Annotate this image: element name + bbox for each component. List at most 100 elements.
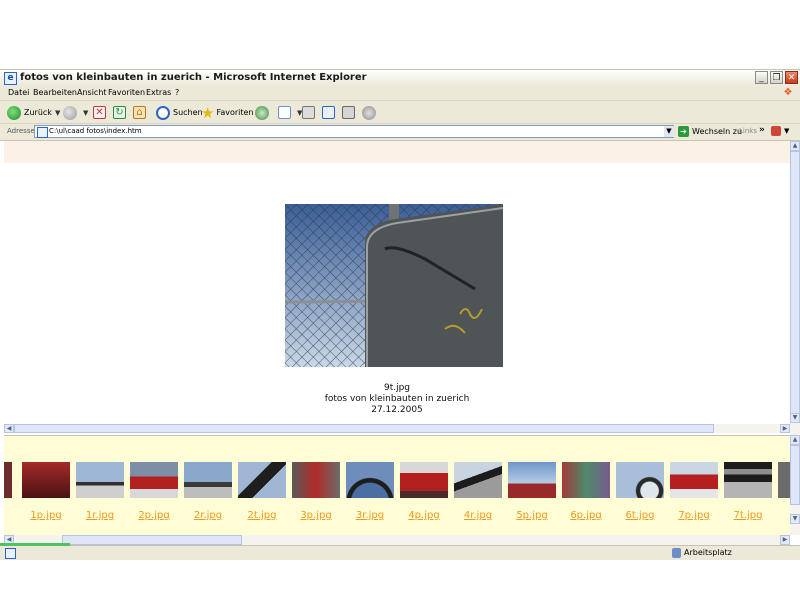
back-button[interactable]: Zurück ▼ bbox=[7, 104, 60, 121]
thumbnail-1r[interactable] bbox=[76, 462, 124, 498]
discuss-button[interactable] bbox=[342, 104, 358, 121]
links-label[interactable]: Links bbox=[739, 127, 757, 135]
thumbnail-link-6t[interactable]: 6t.jpg bbox=[613, 510, 667, 521]
address-value[interactable]: C:\ul\caad fotos\index.htm bbox=[49, 127, 142, 135]
windows-logo-icon: ❖ bbox=[783, 87, 793, 98]
scroll-down-icon[interactable]: ▼ bbox=[790, 413, 800, 423]
refresh-button[interactable]: ↻ bbox=[113, 104, 129, 121]
edit-button[interactable] bbox=[322, 104, 338, 121]
thumbnail-2t[interactable] bbox=[238, 462, 286, 498]
forward-button[interactable]: ▼ bbox=[63, 104, 88, 121]
ie-icon: e bbox=[4, 72, 17, 85]
print-icon bbox=[302, 106, 315, 119]
thumbnail-6p[interactable] bbox=[562, 462, 610, 498]
thumbnail-5p[interactable] bbox=[508, 462, 556, 498]
computer-zone-icon bbox=[672, 548, 681, 558]
address-dropdown-icon[interactable]: ▼ bbox=[664, 126, 674, 137]
history-icon bbox=[255, 105, 269, 120]
messenger-icon bbox=[362, 105, 376, 120]
thumbnail-4p[interactable] bbox=[400, 462, 448, 498]
thumbnail-3p[interactable] bbox=[292, 462, 340, 498]
thumbnail-link-6p[interactable]: 6p.jpg bbox=[559, 510, 613, 521]
main-photo bbox=[285, 204, 503, 367]
forward-dropdown-icon[interactable]: ▼ bbox=[83, 109, 88, 117]
thumbnail-link-7p[interactable]: 7p.jpg bbox=[667, 510, 721, 521]
menu-extras[interactable]: Extras bbox=[146, 88, 171, 97]
browser-window: e fotos von kleinbauten in zuerich - Mic… bbox=[0, 69, 800, 560]
scroll-left-icon[interactable]: ◀ bbox=[4, 424, 14, 433]
menu-datei[interactable]: Datei bbox=[8, 88, 29, 97]
scroll-up-icon[interactable]: ▲ bbox=[790, 141, 800, 151]
thumbnail-link-3r[interactable]: 3r.jpg bbox=[343, 510, 397, 521]
address-input[interactable]: C:\ul\caad fotos\index.htm ▼ bbox=[34, 125, 674, 138]
mail-button[interactable]: ▼ bbox=[278, 104, 302, 121]
thumbnail-link-4p[interactable]: 4p.jpg bbox=[397, 510, 451, 521]
favorites-star-icon: ★ bbox=[201, 103, 215, 122]
minimize-button[interactable]: _ bbox=[755, 71, 768, 84]
maximize-button[interactable]: ❐ bbox=[770, 71, 783, 84]
thumbnail-link-1r[interactable]: 1r.jpg bbox=[73, 510, 127, 521]
main-horizontal-scrollbar[interactable]: ◀ ▶ bbox=[4, 424, 790, 433]
photo-filename: 9t.jpg bbox=[383, 383, 411, 393]
menu-ansicht[interactable]: Ansicht bbox=[77, 88, 107, 97]
menu-help[interactable]: ? bbox=[175, 88, 179, 97]
print-button[interactable] bbox=[302, 104, 318, 121]
menu-favoriten[interactable]: Favoriten bbox=[108, 88, 145, 97]
favorites-label: Favoriten bbox=[216, 108, 254, 117]
history-button[interactable] bbox=[255, 104, 272, 121]
thumbnail-7p[interactable] bbox=[670, 462, 718, 498]
home-button[interactable]: ⌂ bbox=[133, 104, 149, 121]
links-chevron-icon[interactable]: » bbox=[759, 125, 765, 135]
thumbnail-7t[interactable] bbox=[724, 462, 772, 498]
thumbnail-partial[interactable] bbox=[4, 462, 12, 498]
thumbnail-link-5p[interactable]: 5p.jpg bbox=[505, 510, 559, 521]
thumbnail-6t[interactable] bbox=[616, 462, 664, 498]
main-hscroll-thumb[interactable] bbox=[14, 424, 714, 433]
strip-hscroll-thumb[interactable] bbox=[62, 535, 242, 545]
strip-scroll-down-icon[interactable]: ▼ bbox=[790, 514, 800, 524]
back-label: Zurück bbox=[24, 108, 52, 117]
close-button[interactable]: ✕ bbox=[785, 71, 798, 84]
stop-button[interactable]: ✕ bbox=[93, 104, 109, 121]
favorites-button[interactable]: ★ Favoriten bbox=[201, 103, 254, 122]
search-button[interactable]: Suchen bbox=[156, 104, 203, 121]
strip-scroll-up-icon[interactable]: ▲ bbox=[790, 435, 800, 445]
go-button[interactable]: ➔ Wechseln zu bbox=[678, 126, 742, 137]
strip-scroll-right-icon[interactable]: ▶ bbox=[780, 535, 790, 545]
forward-arrow-icon bbox=[63, 105, 77, 120]
extension-icon[interactable] bbox=[771, 126, 781, 136]
home-icon: ⌂ bbox=[133, 106, 146, 119]
main-vscroll-thumb[interactable] bbox=[790, 151, 800, 421]
scroll-right-icon[interactable]: ▶ bbox=[780, 424, 790, 433]
extension-dropdown-icon[interactable]: ▼ bbox=[784, 127, 789, 135]
progress-indicator bbox=[0, 543, 70, 546]
go-arrow-icon: ➔ bbox=[678, 126, 689, 137]
thumbnail-partial-end[interactable] bbox=[778, 462, 790, 498]
thumbnail-frame: 1p.jpg 1r.jpg 2p.jpg 2r.jpg 2t.jpg 3p.jp… bbox=[4, 435, 790, 536]
address-bar: Adresse C:\ul\caad fotos\index.htm ▼ ➔ W… bbox=[0, 124, 800, 141]
refresh-icon: ↻ bbox=[113, 106, 126, 119]
menu-bearbeiten[interactable]: Bearbeiten bbox=[33, 88, 77, 97]
mail-icon bbox=[278, 106, 291, 119]
thumbnail-link-3p[interactable]: 3p.jpg bbox=[289, 510, 343, 521]
strip-vertical-scrollbar[interactable]: ▲ ▼ bbox=[790, 435, 800, 535]
thumbnail-4r[interactable] bbox=[454, 462, 502, 498]
strip-horizontal-scrollbar[interactable]: ◀ ▶ bbox=[4, 535, 790, 545]
thumbnail-3r[interactable] bbox=[346, 462, 394, 498]
thumbnail-link-7t[interactable]: 7t.jpg bbox=[721, 510, 775, 521]
back-dropdown-icon[interactable]: ▼ bbox=[55, 109, 60, 117]
thumbnail-2p[interactable] bbox=[130, 462, 178, 498]
thumbnail-link-2t[interactable]: 2t.jpg bbox=[235, 510, 289, 521]
thumbnail-link-2p[interactable]: 2p.jpg bbox=[127, 510, 181, 521]
status-bar: Arbeitsplatz bbox=[0, 543, 800, 560]
thumbnail-1p[interactable] bbox=[22, 462, 70, 498]
thumbnail-link-4r[interactable]: 4r.jpg bbox=[451, 510, 505, 521]
discuss-icon bbox=[342, 106, 355, 119]
messenger-button[interactable] bbox=[362, 104, 379, 121]
thumbnail-link-1p[interactable]: 1p.jpg bbox=[19, 510, 73, 521]
strip-vscroll-thumb[interactable] bbox=[790, 445, 800, 505]
thumbnail-link-2r[interactable]: 2r.jpg bbox=[181, 510, 235, 521]
photo-caption: 9t.jpg fotos von kleinbauten in zuerich … bbox=[4, 383, 790, 416]
thumbnail-2r[interactable] bbox=[184, 462, 232, 498]
page-icon bbox=[37, 127, 48, 138]
